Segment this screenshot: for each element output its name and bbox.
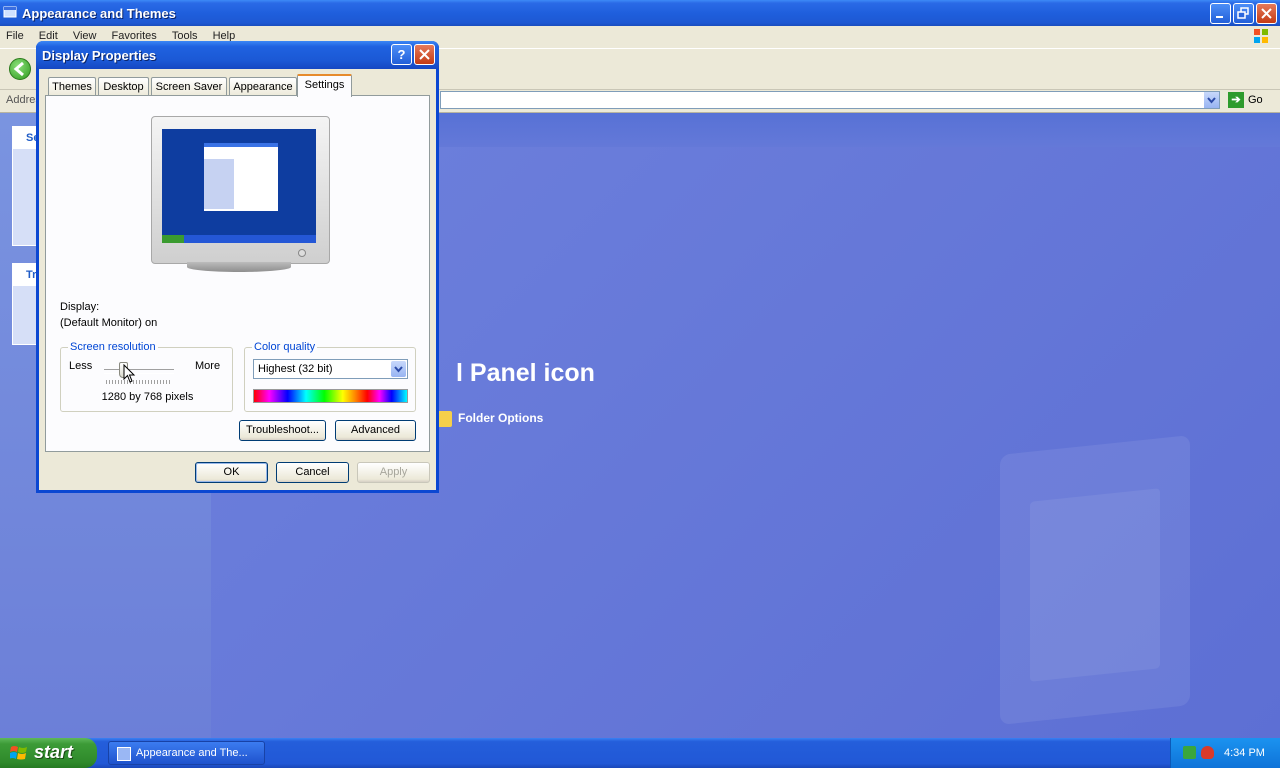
taskbar-item-appearance[interactable]: Appearance and The... (108, 741, 265, 765)
resolution-more-label: More (195, 360, 221, 372)
taskbar-item-label: Appearance and The... (136, 747, 248, 759)
explorer-titlebar[interactable]: Appearance and Themes (0, 0, 1280, 26)
cancel-button[interactable]: Cancel (276, 462, 349, 483)
mouse-cursor-icon (123, 364, 136, 383)
color-quality-group: Color quality Highest (32 bit) (244, 341, 416, 412)
back-button[interactable] (9, 58, 31, 80)
monitor-power-icon (298, 249, 306, 257)
advanced-button[interactable]: Advanced (335, 420, 416, 441)
taskbar: start Appearance and The... 4:34 PM (0, 738, 1280, 768)
help-icon: ? (397, 47, 406, 62)
settings-tab-panel: Display: (Default Monitor) on Screen res… (45, 95, 430, 452)
color-quality-select[interactable]: Highest (32 bit) (253, 359, 408, 379)
resolution-value: 1280 by 768 pixels (101, 391, 194, 403)
help-button[interactable]: ? (391, 44, 412, 65)
color-spectrum-bar (253, 389, 408, 403)
chevron-down-icon (394, 366, 403, 373)
address-dropdown-button[interactable] (1204, 92, 1219, 108)
folder-icon (3, 6, 17, 18)
security-shield-icon[interactable] (1201, 746, 1214, 759)
tab-screen-saver[interactable]: Screen Saver (151, 77, 227, 96)
display-value: (Default Monitor) on (60, 317, 158, 329)
windows-flag-icon (10, 746, 27, 760)
close-button[interactable] (1256, 3, 1277, 24)
start-label: start (34, 742, 74, 762)
resolution-slider-ticks (106, 380, 172, 384)
dialog-title: Display Properties (42, 48, 157, 63)
resolution-less-label: Less (69, 360, 93, 372)
monitor-stand (187, 262, 291, 272)
resolution-slider[interactable] (104, 369, 174, 374)
preview-window-pane (204, 159, 234, 209)
network-icon[interactable] (1183, 746, 1196, 759)
close-icon (419, 49, 430, 60)
ok-button[interactable]: OK (195, 462, 268, 483)
folder-options-link[interactable]: Folder Options (436, 411, 543, 427)
tab-desktop[interactable]: Desktop (98, 77, 149, 96)
windows-logo-icon (1254, 29, 1268, 43)
dialog-titlebar[interactable]: Display Properties ? (36, 41, 439, 69)
color-quality-title: Color quality (252, 341, 318, 353)
appearance-watermark-icon (1000, 435, 1190, 725)
tab-settings[interactable]: Settings (297, 74, 352, 97)
folder-options-label: Folder Options (458, 411, 544, 426)
explorer-title: Appearance and Themes (22, 6, 176, 21)
go-arrow-icon: ➔ (1228, 92, 1244, 108)
tab-appearance[interactable]: Appearance (229, 77, 297, 96)
clock: 4:34 PM (1224, 747, 1265, 759)
troubleshoot-button[interactable]: Troubleshoot... (239, 420, 326, 441)
monitor-screen (162, 129, 316, 243)
dialog-close-button[interactable] (414, 44, 435, 65)
apply-button[interactable]: Apply (357, 462, 430, 483)
restore-icon (1237, 7, 1249, 19)
start-button[interactable]: start (0, 738, 97, 768)
color-quality-dropdown-button[interactable] (391, 361, 406, 377)
chevron-down-icon (1207, 97, 1216, 104)
color-quality-value: Highest (32 bit) (258, 363, 333, 375)
display-properties-dialog: Display Properties ? Themes Desktop Scre… (36, 41, 439, 493)
preview-taskbar (162, 235, 316, 243)
monitor-preview (151, 116, 330, 272)
preview-start (162, 235, 184, 243)
address-field[interactable] (440, 91, 1220, 109)
screen-resolution-group: Screen resolution Less More 1280 by 768 … (60, 341, 233, 412)
tab-themes[interactable]: Themes (48, 77, 96, 96)
back-arrow-icon (13, 61, 24, 77)
close-icon (1261, 8, 1272, 19)
restore-button[interactable] (1233, 3, 1254, 24)
pick-icon-heading: l Panel icon (456, 359, 595, 387)
system-tray: 4:34 PM (1170, 738, 1280, 768)
minimize-button[interactable] (1210, 3, 1231, 24)
menu-file[interactable]: File (0, 26, 30, 46)
go-label: Go (1248, 94, 1263, 106)
screen-resolution-title: Screen resolution (68, 341, 158, 353)
display-label: Display: (60, 301, 100, 313)
go-button[interactable]: ➔ Go (1228, 92, 1263, 110)
window-icon (117, 747, 131, 761)
minimize-icon (1216, 16, 1223, 18)
